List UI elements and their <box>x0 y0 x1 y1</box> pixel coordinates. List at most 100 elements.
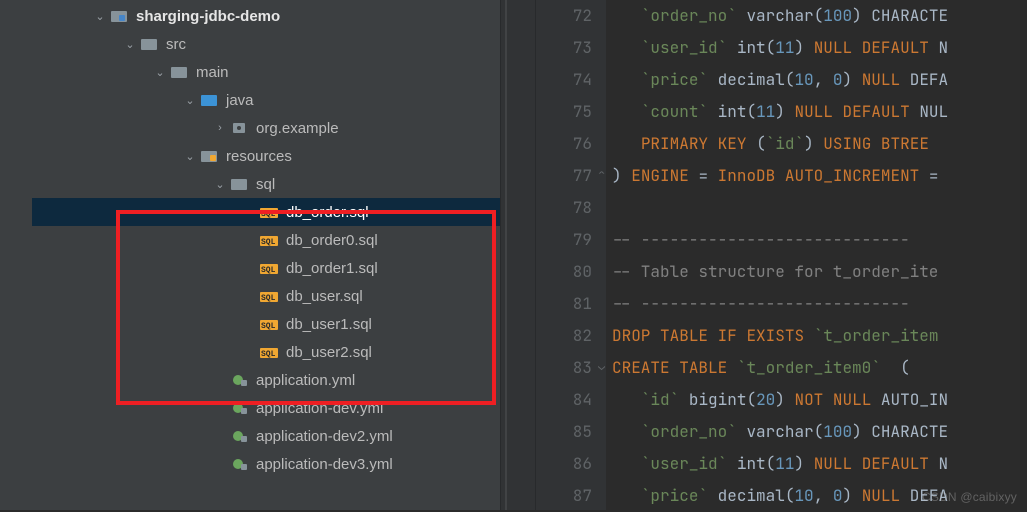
svg-text:SQL: SQL <box>261 294 276 303</box>
code-line: `price` decimal(10, 0) NULL DEFA <box>606 64 1027 96</box>
code-line: -- ---------------------------- <box>606 288 1027 320</box>
yml-spring-icon <box>230 429 250 443</box>
gutter-line-number: 86 <box>536 448 592 480</box>
module-folder-icon <box>110 9 130 23</box>
gutter-line-number: 74 <box>536 64 592 96</box>
tree-module-root[interactable]: ⌄ sharging-jdbc-demo <box>32 2 500 30</box>
tree-folder-src[interactable]: ⌄ src <box>32 30 500 58</box>
code-line: -- Table structure for t_order_ite <box>606 256 1027 288</box>
code-line: `order_no` varchar(100) CHARACTE <box>606 0 1027 32</box>
chevron-down-icon: ⌄ <box>152 66 168 79</box>
gutter-line-number: 75 <box>536 96 592 128</box>
svg-text:SQL: SQL <box>261 322 276 331</box>
code-line: `user_id` int(11) NULL DEFAULT N <box>606 32 1027 64</box>
tree-label: db_user2.sql <box>286 344 372 361</box>
tree-file-db-order[interactable]: SQL db_order.sql <box>32 198 500 226</box>
fold-down-icon[interactable]: ⌄ <box>598 358 605 374</box>
chevron-down-icon: ⌄ <box>182 94 198 107</box>
tree-label: db_user.sql <box>286 288 363 305</box>
tree-label: db_order.sql <box>286 204 369 221</box>
code-line: DROP TABLE IF EXISTS `t_order_item <box>606 320 1027 352</box>
svg-text:SQL: SQL <box>261 266 276 275</box>
editor-panel: 72737475767778798081828384858687 `order_… <box>536 0 1027 510</box>
tree-file-db-user[interactable]: SQL db_user.sql <box>32 282 500 310</box>
svg-text:SQL: SQL <box>261 350 276 359</box>
tree-label: application.yml <box>256 372 355 389</box>
tree-label: db_user1.sql <box>286 316 372 333</box>
editor-gutter[interactable]: 72737475767778798081828384858687 <box>536 0 606 510</box>
code-line: ) ENGINE = InnoDB AUTO_INCREMENT = <box>606 160 1027 192</box>
code-line: PRIMARY KEY (`id`) USING BTREE <box>606 128 1027 160</box>
tree-folder-sql[interactable]: ⌄ sql <box>32 170 500 198</box>
tree-file-application-dev2-yml[interactable]: application-dev2.yml <box>32 422 500 450</box>
gutter-line-number: 81 <box>536 288 592 320</box>
gutter-line-number: 82 <box>536 320 592 352</box>
sql-file-icon: SQL <box>260 205 280 219</box>
tree-file-db-order1[interactable]: SQL db_order1.sql <box>32 254 500 282</box>
project-tree-panel: ⌄ sharging-jdbc-demo ⌄ src ⌄ main ⌄ java… <box>0 0 500 510</box>
tree-file-application-dev-yml[interactable]: application-dev.yml <box>32 394 500 422</box>
code-line: CREATE TABLE `t_order_item0` ( <box>606 352 1027 384</box>
source-folder-icon <box>200 93 220 107</box>
chevron-down-icon: ⌄ <box>212 178 228 191</box>
folder-icon <box>140 37 160 51</box>
editor-code-area[interactable]: `order_no` varchar(100) CHARACTE `user_i… <box>606 0 1027 510</box>
gutter-line-number: 78 <box>536 192 592 224</box>
svg-text:SQL: SQL <box>261 238 276 247</box>
sql-file-icon: SQL <box>260 261 280 275</box>
code-line: `order_no` varchar(100) CHARACTE <box>606 416 1027 448</box>
watermark-text: CSDN @caibixyy <box>922 490 1017 504</box>
project-tree[interactable]: ⌄ sharging-jdbc-demo ⌄ src ⌄ main ⌄ java… <box>32 0 500 478</box>
sql-file-icon: SQL <box>260 289 280 303</box>
gutter-line-number: 77 <box>536 160 592 192</box>
yml-spring-icon <box>230 401 250 415</box>
tree-package-org-example[interactable]: › org.example <box>32 114 500 142</box>
tree-label: sharging-jdbc-demo <box>136 8 280 25</box>
fold-up-icon[interactable]: ⌃ <box>598 166 605 182</box>
code-line: `id` bigint(20) NOT NULL AUTO_IN <box>606 384 1027 416</box>
tree-label: db_order0.sql <box>286 232 378 249</box>
tree-file-application-yml[interactable]: application.yml <box>32 366 500 394</box>
tree-label: sql <box>256 176 275 193</box>
chevron-down-icon: ⌄ <box>182 150 198 163</box>
tree-label: src <box>166 36 186 53</box>
gutter-line-number: 72 <box>536 0 592 32</box>
code-line: -- ---------------------------- <box>606 224 1027 256</box>
tree-label: main <box>196 64 229 81</box>
tree-folder-main[interactable]: ⌄ main <box>32 58 500 86</box>
code-line: `count` int(11) NULL DEFAULT NUL <box>606 96 1027 128</box>
gutter-line-number: 73 <box>536 32 592 64</box>
yml-spring-icon <box>230 373 250 387</box>
tree-file-db-user2[interactable]: SQL db_user2.sql <box>32 338 500 366</box>
gutter-line-number: 76 <box>536 128 592 160</box>
splitter-handle[interactable] <box>500 0 536 510</box>
folder-icon <box>170 65 190 79</box>
tree-label: application-dev.yml <box>256 400 383 417</box>
chevron-right-icon: › <box>212 122 228 134</box>
gutter-line-number: 83 <box>536 352 592 384</box>
chevron-down-icon: ⌄ <box>92 10 108 23</box>
gutter-line-number: 84 <box>536 384 592 416</box>
gutter-line-number: 87 <box>536 480 592 512</box>
tree-folder-resources[interactable]: ⌄ resources <box>32 142 500 170</box>
chevron-down-icon: ⌄ <box>122 38 138 51</box>
tree-file-db-order0[interactable]: SQL db_order0.sql <box>32 226 500 254</box>
gutter-line-number: 85 <box>536 416 592 448</box>
svg-text:SQL: SQL <box>261 210 276 219</box>
sql-file-icon: SQL <box>260 233 280 247</box>
tree-label: application-dev2.yml <box>256 428 393 445</box>
code-line <box>606 192 1027 224</box>
tree-label: java <box>226 92 254 109</box>
gutter-line-number: 79 <box>536 224 592 256</box>
tree-folder-java[interactable]: ⌄ java <box>32 86 500 114</box>
sql-file-icon: SQL <box>260 317 280 331</box>
tree-file-db-user1[interactable]: SQL db_user1.sql <box>32 310 500 338</box>
yml-spring-icon <box>230 457 250 471</box>
tree-label: application-dev3.yml <box>256 456 393 473</box>
sql-file-icon: SQL <box>260 345 280 359</box>
folder-icon <box>230 177 250 191</box>
package-icon <box>230 121 250 135</box>
tree-label: resources <box>226 148 292 165</box>
tree-label: db_order1.sql <box>286 260 378 277</box>
tree-file-application-dev3-yml[interactable]: application-dev3.yml <box>32 450 500 478</box>
